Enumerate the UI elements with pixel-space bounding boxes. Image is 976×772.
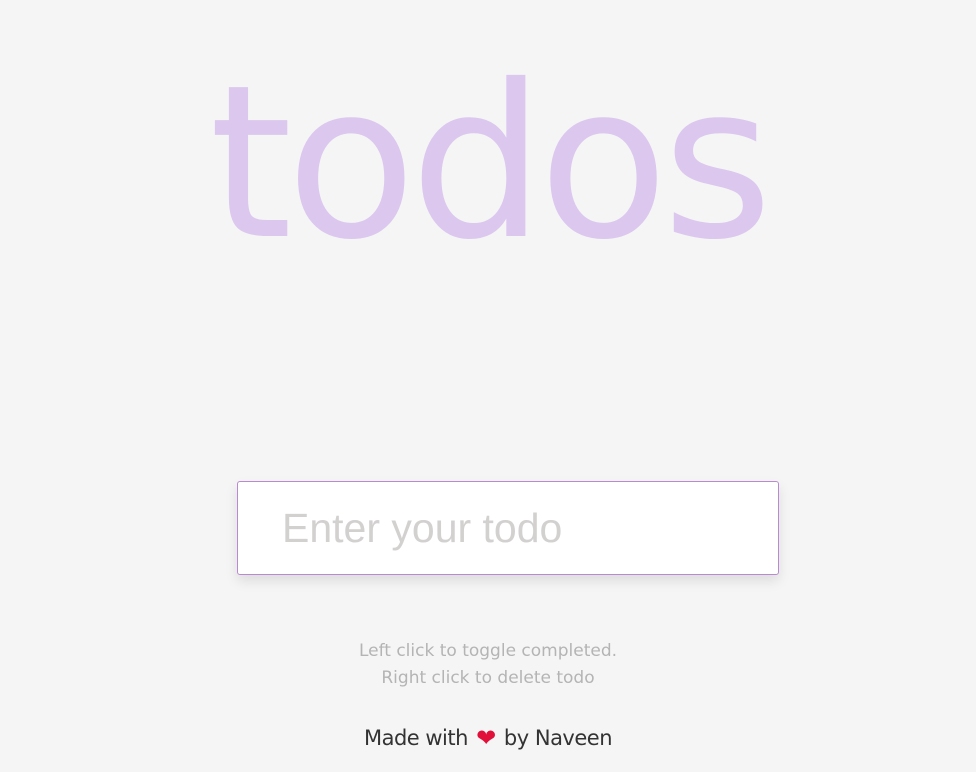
heart-icon: ❤ — [476, 724, 496, 752]
made-with-text: Made with — [363, 726, 468, 750]
todo-input[interactable] — [237, 481, 779, 575]
author-text: by Naveen — [503, 726, 613, 750]
toggle-hint: Left click to toggle completed. — [358, 641, 618, 661]
footer-credits: Made with ❤ by Naveen — [0, 724, 976, 752]
page-title: todos — [209, 39, 773, 286]
delete-hint: Right click to delete todo — [381, 668, 595, 688]
todo-form — [237, 481, 779, 575]
